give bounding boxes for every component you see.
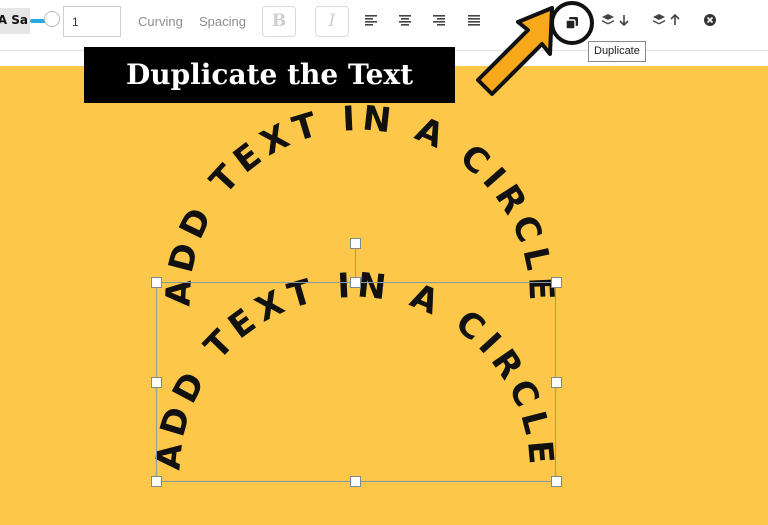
resize-handle-top-left[interactable] (151, 277, 162, 288)
resize-handle-top[interactable] (350, 277, 361, 288)
resize-handle-bottom-left[interactable] (151, 476, 162, 487)
resize-handle-top-right[interactable] (551, 277, 562, 288)
resize-handle-bottom[interactable] (350, 476, 361, 487)
resize-handle-bottom-right[interactable] (551, 476, 562, 487)
rotate-handle[interactable] (350, 238, 361, 249)
resize-handle-left[interactable] (151, 377, 162, 388)
selection-box[interactable] (156, 282, 556, 482)
resize-handle-right[interactable] (551, 377, 562, 388)
duplicate-tooltip: Duplicate (588, 41, 646, 62)
